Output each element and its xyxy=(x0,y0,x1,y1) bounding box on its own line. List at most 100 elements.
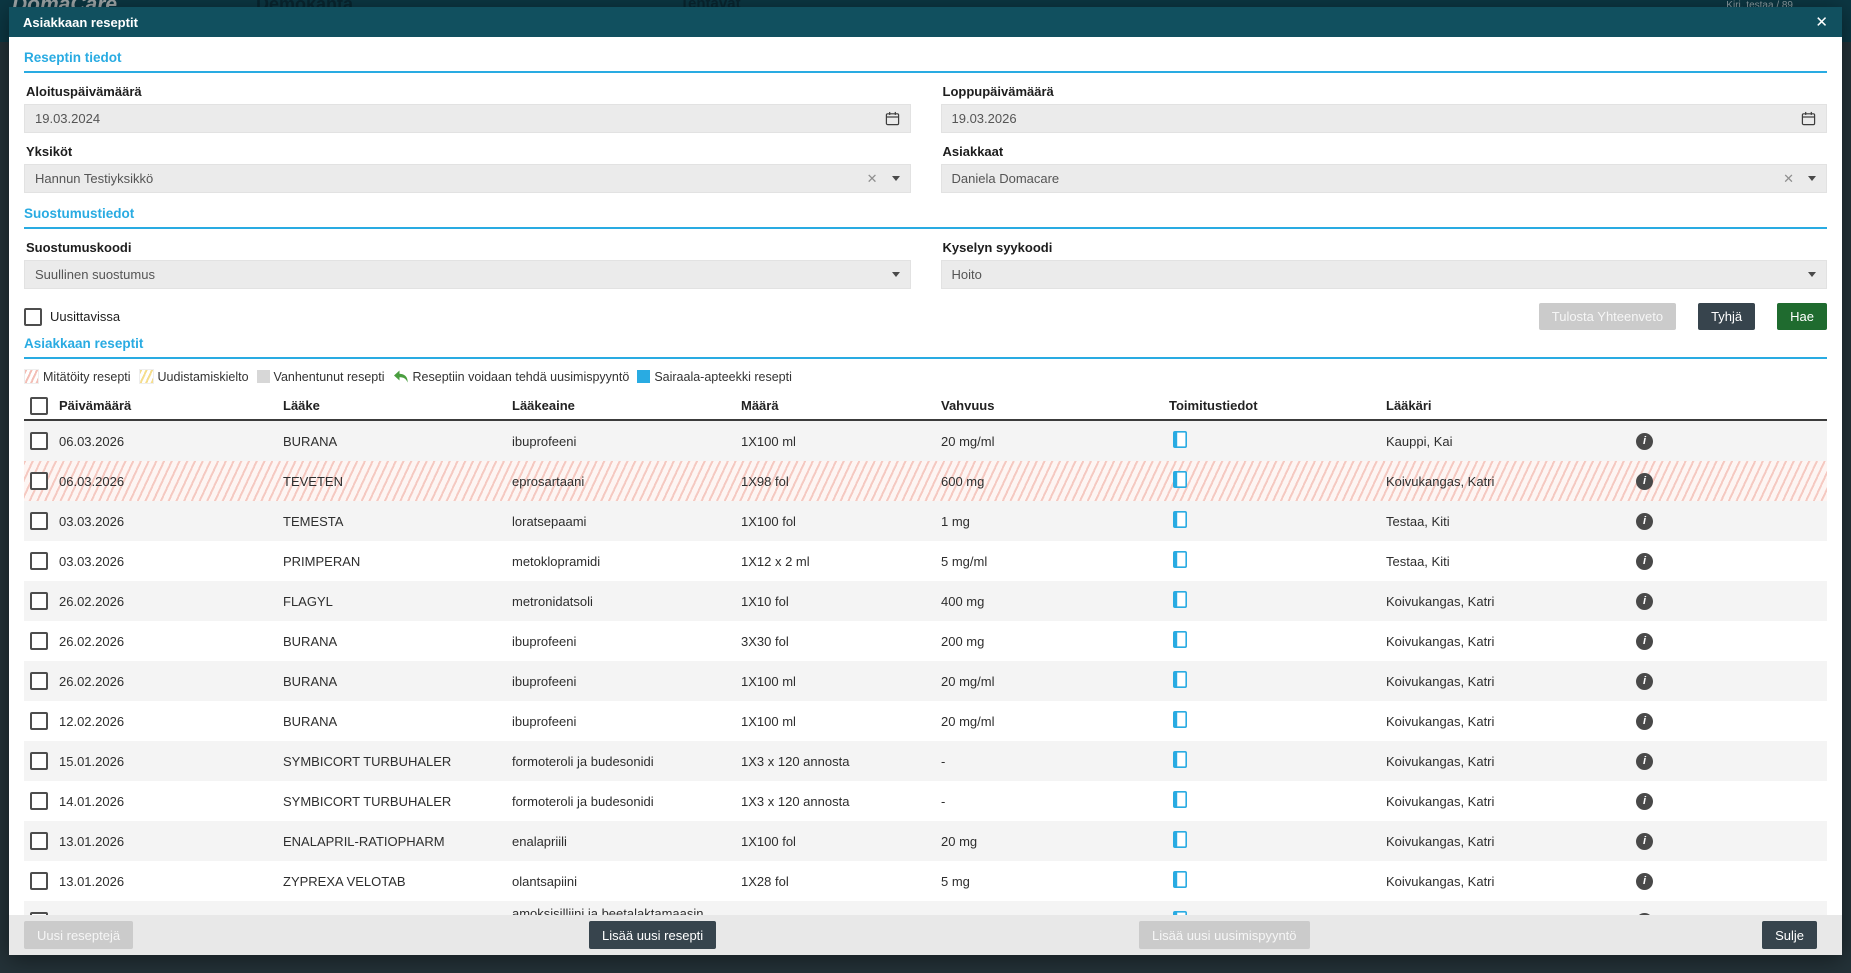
info-icon[interactable]: i xyxy=(1636,712,1653,730)
cell-amount: 3X30 fol xyxy=(741,633,789,649)
delivery-book-icon[interactable] xyxy=(1173,791,1187,808)
delivery-book-icon[interactable] xyxy=(1173,751,1187,768)
delivery-book-icon[interactable] xyxy=(1173,591,1187,608)
chevron-down-icon[interactable] xyxy=(1808,272,1816,277)
units-select[interactable]: Hannun Testiyksikkö ✕ xyxy=(24,164,911,193)
cell-strength: 20 mg xyxy=(941,833,978,849)
table-row: 09.01.2026AMOXIN COMPamoksisilliini ja b… xyxy=(24,901,1827,915)
info-icon[interactable]: i xyxy=(1636,512,1653,530)
cell-strength: 400 mg xyxy=(941,593,985,609)
end-date-input[interactable]: 19.03.2026 xyxy=(940,104,1827,133)
info-icon[interactable]: i xyxy=(1636,672,1653,690)
delivery-book-icon[interactable] xyxy=(1173,831,1187,848)
checkbox-box[interactable] xyxy=(24,307,42,326)
delivery-book-icon[interactable] xyxy=(1173,671,1187,688)
info-icon[interactable]: i xyxy=(1636,592,1653,610)
column-header-doctor: Lääkäri xyxy=(1386,398,1432,413)
query-reason-value: Hoito xyxy=(951,267,982,282)
search-button[interactable]: Hae xyxy=(1777,303,1827,330)
row-checkbox[interactable] xyxy=(30,592,48,610)
cell-delivery xyxy=(1169,871,1386,891)
renewable-checkbox[interactable]: Uusittavissa xyxy=(24,307,121,326)
delivery-book-icon[interactable] xyxy=(1173,631,1187,648)
chevron-down-icon[interactable] xyxy=(891,176,900,181)
add-renewal-request-button[interactable]: Lisää uusi uusimispyyntö xyxy=(1139,921,1310,949)
clear-button[interactable]: Tyhjä xyxy=(1698,303,1756,330)
start-date-input[interactable]: 19.03.2024 xyxy=(24,104,911,133)
legend-item: Mitätöity resepti xyxy=(24,369,131,384)
chevron-down-icon[interactable] xyxy=(891,272,900,277)
row-checkbox[interactable] xyxy=(30,872,48,890)
cell-amount: 1X98 fol xyxy=(741,473,789,489)
info-icon[interactable]: i xyxy=(1636,632,1653,650)
table-body: 06.03.2026 BURANA ibuprofeeni 1X100 ml 20 mg… xyxy=(24,421,1827,915)
cell-amount: 1X3 x 120 annosta xyxy=(741,793,850,809)
cell-amount: 1X100 fol xyxy=(741,833,796,849)
info-icon[interactable]: i xyxy=(1636,552,1653,570)
cell-substance: ibuprofeeni xyxy=(512,433,577,449)
cell-doctor: Testaa, Kiti xyxy=(1386,553,1450,569)
calendar-icon[interactable] xyxy=(885,111,900,126)
row-checkbox[interactable] xyxy=(30,672,48,690)
table-row: 03.03.2026 PRIMPERAN metoklopramidi 1X12 x … xyxy=(24,541,1827,581)
legend: Mitätöity resepti Uudistamiskielto Vanhent… xyxy=(24,369,1827,384)
row-checkbox[interactable] xyxy=(30,832,48,850)
add-prescription-button[interactable]: Lisää uusi resepti xyxy=(589,921,717,949)
clear-icon[interactable]: ✕ xyxy=(867,172,878,185)
calendar-icon[interactable] xyxy=(1801,111,1816,126)
cell-date: 14.01.2026 xyxy=(59,793,125,809)
legend-label: Reseptiin voidaan tehdä uusimispyyntö xyxy=(412,369,630,384)
row-checkbox[interactable] xyxy=(30,752,48,770)
cell-strength: 200 mg xyxy=(941,633,985,649)
close-button[interactable]: Sulje xyxy=(1762,921,1817,949)
delivery-book-icon[interactable] xyxy=(1173,471,1187,488)
renew-prescriptions-button[interactable]: Uusi reseptejä xyxy=(24,921,134,949)
row-checkbox[interactable] xyxy=(30,432,48,450)
units-field: Yksiköt Hannun Testiyksikkö ✕ xyxy=(24,133,911,193)
renewal-arrow-icon xyxy=(393,370,409,383)
legend-item: Reseptiin voidaan tehdä uusimispyyntö xyxy=(393,369,630,384)
customers-select[interactable]: Daniela Domacare ✕ xyxy=(940,164,1827,193)
row-checkbox[interactable] xyxy=(30,552,48,570)
start-date-value: 19.03.2024 xyxy=(35,111,101,126)
row-checkbox[interactable] xyxy=(30,792,48,810)
action-buttons: Tulosta Yhteenveto Tyhjä Hae xyxy=(1538,303,1827,330)
info-icon[interactable]: i xyxy=(1636,752,1653,770)
info-icon[interactable]: i xyxy=(1636,792,1653,810)
legend-label: Vanhentunut resepti xyxy=(273,369,385,384)
info-icon[interactable]: i xyxy=(1636,432,1653,450)
row-checkbox[interactable] xyxy=(30,632,48,650)
delivery-book-icon[interactable] xyxy=(1173,551,1187,568)
row-checkbox[interactable] xyxy=(30,512,48,530)
delivery-book-icon[interactable] xyxy=(1173,511,1187,528)
query-reason-select[interactable]: Hoito xyxy=(940,260,1827,289)
date-row: Aloituspäivämäärä 19.03.2024 Loppupäiväm… xyxy=(24,73,1827,133)
delivery-book-icon[interactable] xyxy=(1173,431,1187,448)
table-row: 26.02.2026 BURANA ibuprofeeni 1X100 ml 20 mg… xyxy=(24,661,1827,701)
cell-drug: BURANA xyxy=(283,673,338,689)
legend-label: Mitätöity resepti xyxy=(43,369,131,384)
delivery-book-icon[interactable] xyxy=(1173,871,1187,888)
renewable-checkbox-label: Uusittavissa xyxy=(50,309,121,324)
table-row: 13.01.2026 ZYPREXA VELOTAB olantsapiini 1X2… xyxy=(24,861,1827,901)
row-checkbox[interactable] xyxy=(30,712,48,730)
cell-amount: 1X10 fol xyxy=(741,593,789,609)
cell-doctor: Koivukangas, Katri xyxy=(1386,833,1495,849)
cell-doctor: Koivukangas, Katri xyxy=(1386,473,1495,489)
consent-code-select[interactable]: Suullinen suostumus xyxy=(24,260,911,289)
print-summary-button[interactable]: Tulosta Yhteenveto xyxy=(1538,303,1677,330)
info-icon[interactable]: i xyxy=(1636,472,1653,490)
select-all-checkbox[interactable] xyxy=(30,396,48,415)
info-icon[interactable]: i xyxy=(1636,832,1653,850)
info-icon[interactable]: i xyxy=(1636,872,1653,890)
cell-delivery xyxy=(1169,711,1386,731)
row-checkbox[interactable] xyxy=(30,472,48,490)
section-heading-reseptin-tiedot: Reseptin tiedot xyxy=(24,50,1827,73)
consent-row: Suostumuskoodi Suullinen suostumus Kysel… xyxy=(24,229,1827,289)
cell-amount: 1X100 ml xyxy=(741,433,796,449)
table-row: 12.02.2026 BURANA ibuprofeeni 1X100 ml 20 mg… xyxy=(24,701,1827,741)
delivery-book-icon[interactable] xyxy=(1173,711,1187,728)
chevron-down-icon[interactable] xyxy=(1808,176,1816,181)
clear-icon[interactable]: ✕ xyxy=(1783,172,1794,185)
close-icon[interactable]: ✕ xyxy=(1815,15,1828,30)
